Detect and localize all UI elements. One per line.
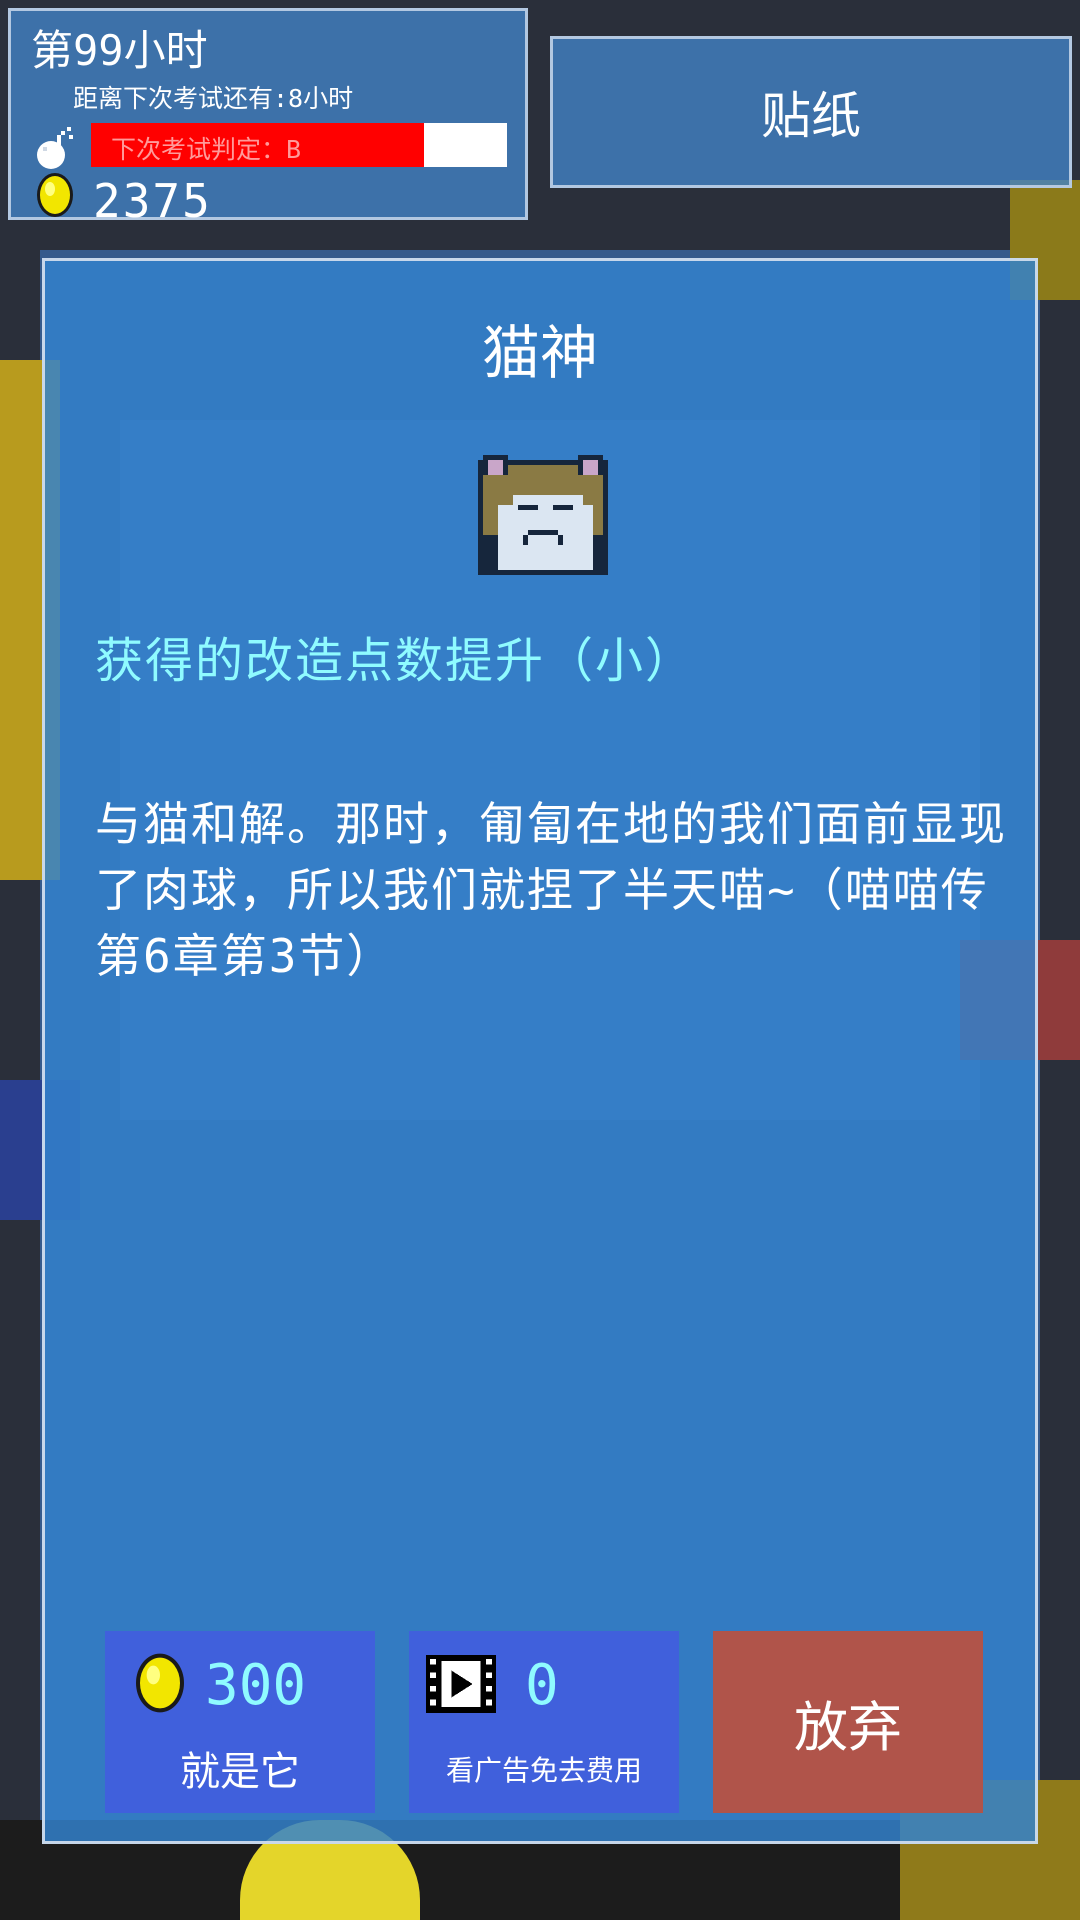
bomb-icon	[37, 127, 73, 169]
hour-counter: 第99小时	[31, 26, 208, 75]
cat-icon	[478, 455, 608, 575]
item-title: 猫神	[481, 319, 598, 387]
grade-label: 下次考试判定：B	[111, 135, 302, 164]
buy-price: 300	[205, 1653, 307, 1718]
coin-icon	[136, 1653, 184, 1713]
item-effect: 获得的改造点数提升（小）	[95, 633, 696, 689]
coin-icon	[37, 173, 73, 217]
coin-count: 2375	[93, 174, 212, 228]
exam-countdown: 距离下次考试还有:8小时	[73, 84, 354, 113]
action-bar: 300 就是它 0 看广告免去费用 放弃	[45, 1631, 1035, 1815]
give-up-button[interactable]: 放弃	[713, 1631, 983, 1813]
watch-ad-button[interactable]: 0 看广告免去费用	[409, 1631, 679, 1813]
grade-progress-bar: 下次考试判定：B	[91, 123, 507, 167]
sticker-button[interactable]: 贴纸	[550, 36, 1072, 188]
item-description: 与猫和解。那时，匍匐在地的我们面前显现了肉球，所以我们就捏了半天喵~（喵喵传第6…	[95, 797, 1007, 983]
watch-ad-label: 看广告免去费用	[445, 1754, 642, 1787]
ad-count: 0	[525, 1653, 559, 1718]
buy-label: 就是它	[180, 1749, 300, 1795]
buy-button[interactable]: 300 就是它	[105, 1631, 375, 1813]
item-dialog: 猫神 获得的改造点数提升（小） 与猫和解。那时，匍匐在地的我们面前显现了肉球，所…	[42, 258, 1038, 1844]
status-hud: 第99小时 距离下次考试还有:8小时 下次考试判定：B 2375	[8, 8, 528, 225]
film-icon	[426, 1655, 496, 1713]
